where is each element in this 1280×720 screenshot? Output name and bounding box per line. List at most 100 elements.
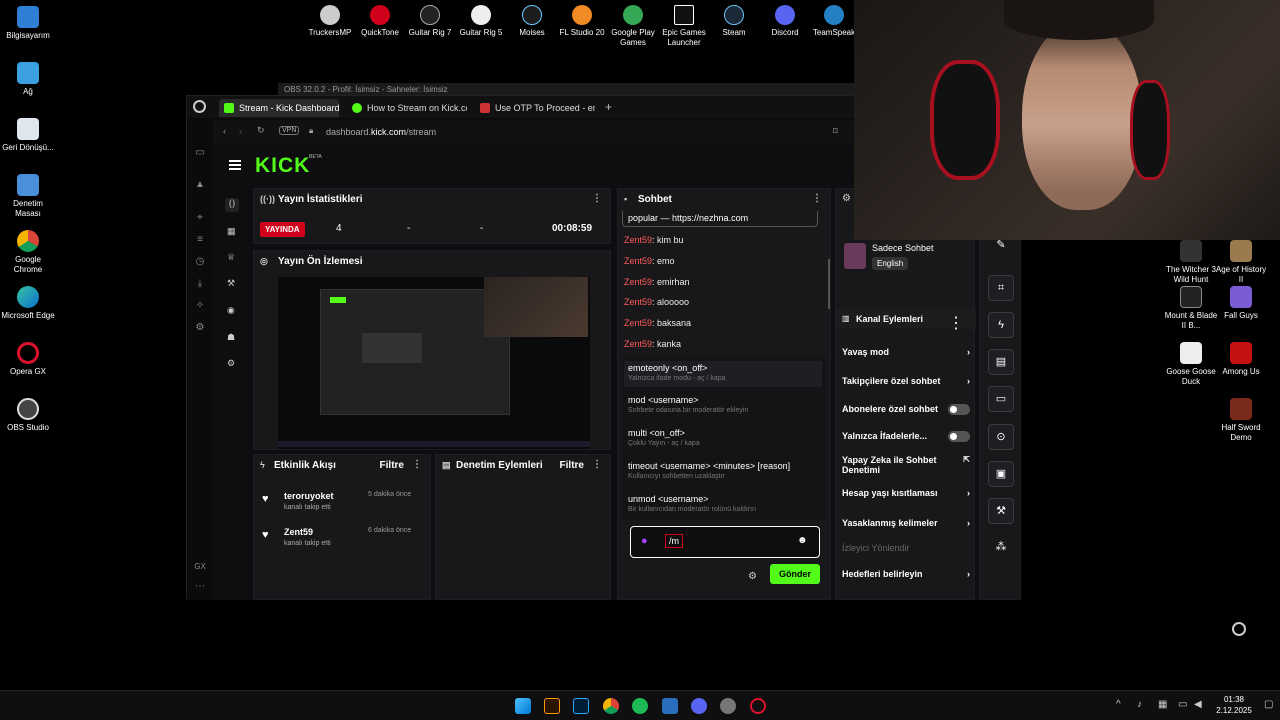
sidebar-gx-label[interactable]: GX [194, 562, 206, 572]
desktop-icon-computer[interactable]: Bilgisayarım [0, 6, 56, 41]
chart-icon[interactable]: ▦ [227, 226, 236, 237]
channel-actions-menu-icon[interactable]: ⋮ [948, 313, 964, 333]
ai-moderation-row[interactable]: Yapay Zeka ile Sohbet Denetimi ⇱ [842, 455, 970, 475]
sidebar-settings-icon[interactable]: ⚙ [194, 323, 206, 333]
desktop-icon-quicktone[interactable]: QuickTone [356, 5, 404, 38]
desktop-icon-steam[interactable]: Steam [710, 5, 758, 38]
app-icon[interactable] [662, 698, 678, 714]
tools-icon[interactable]: ⚒ [227, 278, 235, 289]
command-emoteonly[interactable]: emoteonly <on_off> Yalnızca ifade modu - … [624, 361, 822, 387]
discord-icon[interactable] [691, 698, 707, 714]
chat-tool-icon[interactable]: ▭ [988, 386, 1014, 412]
chat-input[interactable]: /m [665, 534, 683, 548]
spotify-icon[interactable] [632, 698, 648, 714]
bolt-tool-icon[interactable]: ϟ [988, 312, 1014, 338]
desktop-icon-obs[interactable]: OBS Studio [0, 398, 56, 433]
desktop-icon-truckersmp[interactable]: TruckersMP [306, 5, 354, 38]
sidebar-download-icon[interactable]: ⤓ [194, 279, 206, 289]
command-multi[interactable]: multi <on_off> Çoklu Yayın - aç / kapa [628, 428, 824, 447]
desktop-icon-recycle[interactable]: Geri Dönüşü... [0, 118, 56, 153]
tab-kick-dashboard[interactable]: Stream - Kick Dashboard [219, 99, 339, 117]
back-icon[interactable]: ‹ [223, 126, 226, 136]
sidebar-extension-icon[interactable]: ✧ [194, 301, 206, 311]
account-age-row[interactable]: Hesap yaşı kısıtlaması › [842, 488, 970, 498]
tab-otp[interactable]: Use OTP To Proceed - en [475, 99, 595, 117]
desktop-icon-guitar-rig-7[interactable]: Guitar Rig 7 [406, 5, 454, 38]
forward-icon[interactable]: › [239, 126, 242, 136]
banned-words-row[interactable]: Yasaklanmış kelimeler › [842, 518, 970, 528]
illustrator-icon[interactable] [544, 698, 560, 714]
desktop-icon-among-us[interactable]: Among Us [1213, 342, 1269, 377]
desktop-icon-goose[interactable]: Goose Goose Duck [1163, 342, 1219, 387]
notes-icon[interactable]: ▤ [988, 349, 1014, 375]
desktop-icon-half-sword[interactable]: Half Sword Demo [1213, 398, 1269, 443]
activity-filter-button[interactable]: Filtre [380, 460, 404, 471]
desktop-icon-mount-blade[interactable]: Mount & Blade II B... [1163, 286, 1219, 331]
followers-only-row[interactable]: Takipçilere özel sohbet › [842, 376, 970, 386]
opera-menu-icon[interactable] [193, 100, 206, 113]
command-mod[interactable]: mod <username> Sohbete odasına bir modera… [628, 395, 824, 414]
desktop-icon-chrome[interactable]: Google Chrome [0, 230, 56, 275]
moderation-filter-button[interactable]: Filtre [560, 460, 584, 471]
desktop-icon-discord[interactable]: Discord [761, 5, 809, 38]
sidebar-pin-icon[interactable]: ⌖ [194, 213, 206, 223]
microphone-tray-icon[interactable]: ♪ [1137, 699, 1142, 710]
chat-scrollbar[interactable] [828, 259, 830, 309]
sidebar-more-icon[interactable]: ⋯ [194, 582, 206, 592]
vpn-badge[interactable]: VPN [279, 126, 300, 135]
desktop-icon-guitar-rig-5[interactable]: Guitar Rig 5 [457, 5, 505, 38]
emotes-only-toggle[interactable] [948, 431, 970, 442]
desktop-icon-network[interactable]: Ağ [0, 62, 56, 97]
keyboard-icon[interactable]: ▦ [1158, 699, 1167, 710]
channel-avatar[interactable] [844, 243, 866, 269]
camera-tool-icon[interactable]: ▣ [988, 461, 1014, 487]
settings-icon[interactable]: ⚙ [227, 358, 235, 369]
chat-message[interactable]: Zent59: baksana [624, 318, 691, 328]
desktop-icon-moises[interactable]: Moises [508, 5, 556, 38]
magnifier-icon[interactable] [1232, 622, 1246, 636]
emoji-icon[interactable]: ☻ [797, 535, 808, 546]
chat-message[interactable]: Zent59: kim bu [624, 235, 684, 245]
desktop-icon-fl-studio[interactable]: FL Studio 20 [558, 5, 606, 38]
sidebar-tabs-icon[interactable]: ▭ [194, 148, 206, 158]
pin-page-icon[interactable]: ⌑ [833, 126, 838, 137]
photoshop-icon[interactable] [573, 698, 589, 714]
send-button[interactable]: Gönder [770, 564, 820, 584]
hamburger-menu-icon[interactable] [229, 160, 241, 170]
desktop-icon-google-play-games[interactable]: Google Play Games [609, 5, 657, 48]
focus-mode-icon[interactable]: ⌗ [988, 275, 1014, 301]
slow-mode-row[interactable]: Yavaş mod › [842, 347, 970, 357]
start-icon[interactable] [515, 698, 531, 714]
set-goals-row[interactable]: Hedefleri belirleyin › [842, 569, 970, 579]
trophy-icon[interactable]: ♕ [227, 252, 235, 263]
notification-icon[interactable]: ▢ [1264, 699, 1273, 710]
new-tab-button[interactable]: + [605, 100, 612, 114]
desktop-icon-age-of-history[interactable]: Age of History II [1213, 240, 1269, 285]
microphone-icon[interactable]: ● [641, 535, 648, 547]
tab-how-to-stream[interactable]: How to Stream on Kick.co [347, 99, 467, 117]
subscribers-only-toggle[interactable] [948, 404, 970, 415]
pinned-message[interactable]: popular — https://nezhna.com [622, 211, 818, 227]
preview-video[interactable] [278, 277, 590, 449]
desktop-icon-opera[interactable]: Opera GX [0, 342, 56, 377]
url-text[interactable]: dashboard.kick.com/stream [326, 127, 436, 137]
desktop-icon-fall-guys[interactable]: Fall Guys [1213, 286, 1269, 321]
command-unmod[interactable]: unmod <username> Bir kullanıcıdan moderat… [628, 494, 824, 513]
emotes-only-row[interactable]: Yalnızca İfadelerle... [842, 431, 970, 442]
add-widget-icon[interactable]: ⁂ [988, 535, 1014, 561]
tray-chevron-icon[interactable]: ^ [1116, 699, 1121, 710]
steam-icon[interactable] [720, 698, 736, 714]
chat-settings-icon[interactable]: ⚙ [748, 571, 757, 582]
desktop-icon-edge[interactable]: Microsoft Edge [0, 286, 56, 321]
stream-icon[interactable]: ⟮⟯ [225, 198, 239, 212]
chat-message[interactable]: Zent59: alooooo [624, 297, 689, 307]
command-timeout[interactable]: timeout <username> <minutes> [reason] Kul… [628, 461, 824, 480]
sidebar-history-icon[interactable]: ◷ [194, 257, 206, 267]
chat-menu-icon[interactable]: ⋮ [812, 193, 822, 204]
chrome-icon[interactable] [603, 698, 619, 714]
desktop-icon-teamspeak[interactable]: TeamSpeak [812, 5, 856, 38]
subscribers-only-row[interactable]: Abonelere özel sohbet [842, 404, 970, 415]
broadcast-tool-icon[interactable]: ⊙ [988, 424, 1014, 450]
desktop-icon-witcher[interactable]: The Witcher 3 Wild Hunt [1163, 240, 1219, 285]
desktop-icon-epic[interactable]: Epic Games Launcher [660, 5, 708, 48]
